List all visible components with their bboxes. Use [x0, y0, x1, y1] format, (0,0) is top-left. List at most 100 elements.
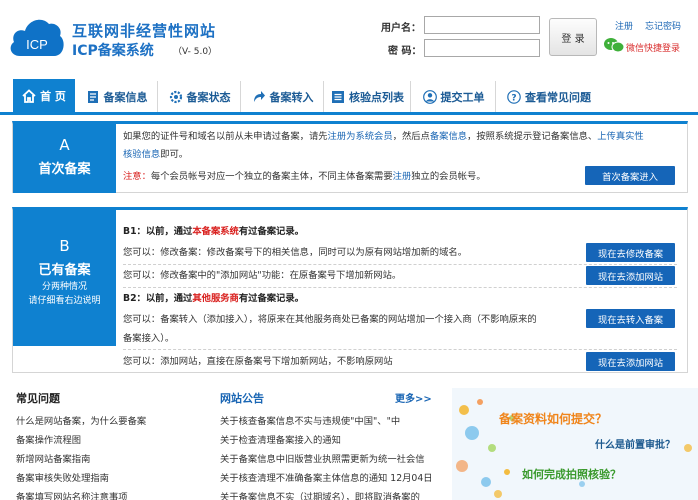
badge-letter-a: A	[59, 136, 70, 154]
divider	[123, 264, 677, 265]
b2-transfer-text-2: 备案接入）。	[123, 333, 175, 344]
announcements-title: 网站公告	[220, 392, 264, 405]
b2-heading-highlight: 其他服务商	[192, 293, 239, 304]
b2-heading-text: 有过备案记录。	[238, 293, 304, 304]
upload-verification-link[interactable]: 上传真实性	[597, 131, 644, 142]
header: ICP 互联网非经营性网站 ICP备案系统 （V- 5.0） 用户名： 密 码：…	[0, 0, 698, 72]
instructions-text: ，按照系统提示登记备案信息、	[467, 131, 598, 142]
divider	[123, 349, 677, 350]
nav-tab-record-transfer-label: 备案转入	[269, 90, 314, 104]
wechat-login-link[interactable]: 微信快捷登录	[626, 41, 680, 54]
promo-question-1[interactable]: 备案资料如何提交？	[499, 410, 607, 427]
faq-link[interactable]: 新增网站备案指南	[16, 451, 90, 465]
nav-tab-faq[interactable]: ? 查看常见问题	[497, 81, 601, 112]
nav-tab-record-status-label: 备案状态	[186, 90, 231, 104]
register-member-link[interactable]: 注册为系统会员	[328, 131, 393, 142]
user-icon	[422, 89, 437, 104]
home-icon	[22, 88, 36, 103]
instructions-text: 即可。	[160, 149, 189, 160]
b2-heading-text: B2：以前，通过	[123, 293, 193, 304]
announcement-link[interactable]: 关于备案信息中旧版营业执照需更新为统一社会信	[220, 451, 425, 465]
faq-link[interactable]: 备案操作流程图	[16, 432, 81, 446]
b1-heading-text: B1：以前，通过	[123, 226, 193, 237]
b1-modify-text: 您可以：修改备案：修改备案号下的相关信息，同时可以为原有网站增加新的域名。	[123, 247, 467, 258]
verification-info-link[interactable]: 核验信息	[123, 149, 160, 160]
list-icon	[332, 90, 344, 103]
b2-add-site-text: 您可以：添加网站，直接在原备案号下增加新网站，不影响原网站	[123, 356, 393, 367]
note-text: 每个会员帐号对应一个独立的备案主体，不同主体备案需要	[150, 171, 393, 182]
version-label: （V- 5.0）	[173, 47, 218, 57]
announcement-link[interactable]: 关于备案信息不实（过期域名），即将取消备案的	[220, 489, 420, 500]
document-icon	[87, 90, 98, 103]
nav-tab-submit-ticket-label: 提交工单	[440, 90, 485, 104]
nav-tab-submit-ticket[interactable]: 提交工单	[412, 81, 496, 112]
announcement-link[interactable]: 关于检查清理备案接入的通知	[220, 432, 341, 446]
badge-title-existing-filing: 已有备案	[38, 263, 91, 278]
b1-heading-highlight: 本备案系统	[192, 226, 239, 237]
b2-transfer-text: 您可以：备案转入（添加接入），将原来在其他服务商处已备案的网站增加一个接入商（不…	[123, 314, 537, 325]
nav-tab-record-info-label: 备案信息	[103, 90, 148, 104]
existing-filing-section: B 已有备案 分两种情况 请仔细看右边说明 B1：以前，通过本备案系统有过备案记…	[12, 207, 688, 373]
b2-heading: B2：以前，通过其他服务商有过备案记录。	[123, 291, 304, 306]
nav-tab-record-transfer[interactable]: 备案转入	[242, 81, 324, 112]
first-filing-note: 注意：每个会员帐号对应一个独立的备案主体，不同主体备案需要注册独立的会员帐号。	[123, 169, 486, 184]
add-site-button-2[interactable]: 现在去添加网站	[586, 352, 675, 371]
badge-subtitle-1: 分两种情况	[41, 282, 87, 292]
badge-title-first-filing: 首次备案	[38, 162, 91, 177]
nav-tab-record-status[interactable]: 备案状态	[159, 81, 241, 112]
site-title: 互联网非经营性网站	[72, 22, 217, 40]
faq-link[interactable]: 备案审核失败处理指南	[16, 470, 109, 484]
nav-tab-home-label: 首 页	[40, 89, 66, 103]
username-label: 用户名：	[381, 23, 421, 34]
register-link-inline[interactable]: 注册	[393, 171, 412, 182]
nav-tab-check-points[interactable]: 核验点列表	[325, 81, 411, 112]
nav-tab-check-points-label: 核验点列表	[349, 90, 404, 104]
nav-tab-home[interactable]: 首 页	[13, 79, 75, 112]
wechat-icon[interactable]	[603, 37, 625, 53]
b1-add-site-text: 您可以：修改备案中的"添加网站"功能：在原备案号下增加新网站。	[123, 270, 402, 281]
announcements-more-link[interactable]: 更多>>	[395, 390, 432, 405]
login-button[interactable]: 登 录	[549, 18, 597, 56]
instructions-text: ，然后点	[392, 131, 430, 142]
existing-filing-badge: B 已有备案 分两种情况 请仔细看右边说明	[13, 210, 116, 346]
password-input[interactable]	[424, 39, 540, 57]
faq-title: 常见问题	[16, 392, 60, 405]
main-nav: 首 页 备案信息 备案状态 备案转入 核验点列表 提交工单 ? 查看常见问题	[0, 73, 698, 115]
arrow-forward-icon	[253, 90, 265, 102]
first-filing-instructions: 如果您的证件号和域名以前从未申请过备案，请先注册为系统会员，然后点备案信息，按照…	[123, 129, 644, 144]
badge-subtitle-2: 请仔细看右边说明	[28, 296, 101, 306]
first-filing-section: A 首次备案 如果您的证件号和域名以前从未申请过备案，请先注册为系统会员，然后点…	[12, 121, 688, 193]
nav-tab-record-info[interactable]: 备案信息	[76, 81, 158, 112]
announcement-link[interactable]: 关于核查清理不准确备案主体信息的通知 12月04日	[220, 470, 433, 484]
faq-link[interactable]: 备案填写网站名称注意事项	[16, 489, 128, 500]
badge-letter-b: B	[59, 237, 70, 255]
faq-link[interactable]: 什么是网站备案，为什么要备案	[16, 413, 146, 427]
note-label: 注意：	[123, 171, 151, 182]
cloud-logo-icon: ICP	[10, 19, 64, 56]
announcement-link[interactable]: 关于核查备案信息不实与违规使"中国"、"中	[220, 413, 400, 427]
first-filing-button[interactable]: 首次备案进入	[585, 166, 675, 185]
nav-tab-faq-label: 查看常见问题	[525, 90, 591, 104]
first-filing-instructions-line2: 核验信息即可。	[123, 147, 188, 162]
promo-question-3[interactable]: 如何完成拍照核验？	[522, 466, 621, 482]
svg-text:?: ?	[511, 93, 516, 103]
forgot-password-link[interactable]: 忘记密码	[645, 19, 681, 32]
gear-icon	[169, 90, 182, 103]
note-text: 独立的会员帐号。	[411, 171, 486, 182]
add-site-button-1[interactable]: 现在去添加网站	[586, 266, 675, 285]
password-label: 密 码：	[388, 46, 422, 57]
promo-question-2[interactable]: 什么是前置审批？	[595, 436, 675, 451]
register-link[interactable]: 注册	[615, 19, 633, 32]
logo-badge-text: ICP	[26, 37, 48, 52]
instructions-text: 如果您的证件号和域名以前从未申请过备案，请先	[123, 131, 328, 142]
username-input[interactable]	[424, 16, 540, 34]
modify-record-button[interactable]: 现在去修改备案	[586, 243, 675, 262]
question-icon: ?	[507, 89, 521, 104]
site-subtitle: ICP备案系统	[72, 43, 154, 59]
record-info-link[interactable]: 备案信息	[430, 131, 467, 142]
first-filing-badge: A 首次备案	[13, 124, 116, 193]
b1-heading-text: 有过备案记录。	[238, 226, 304, 237]
help-promo-card[interactable]: 备案资料如何提交？ 什么是前置审批？ 如何完成拍照核验？	[452, 388, 698, 500]
transfer-record-button[interactable]: 现在去转入备案	[586, 309, 675, 328]
b1-heading: B1：以前，通过本备案系统有过备案记录。	[123, 224, 304, 239]
